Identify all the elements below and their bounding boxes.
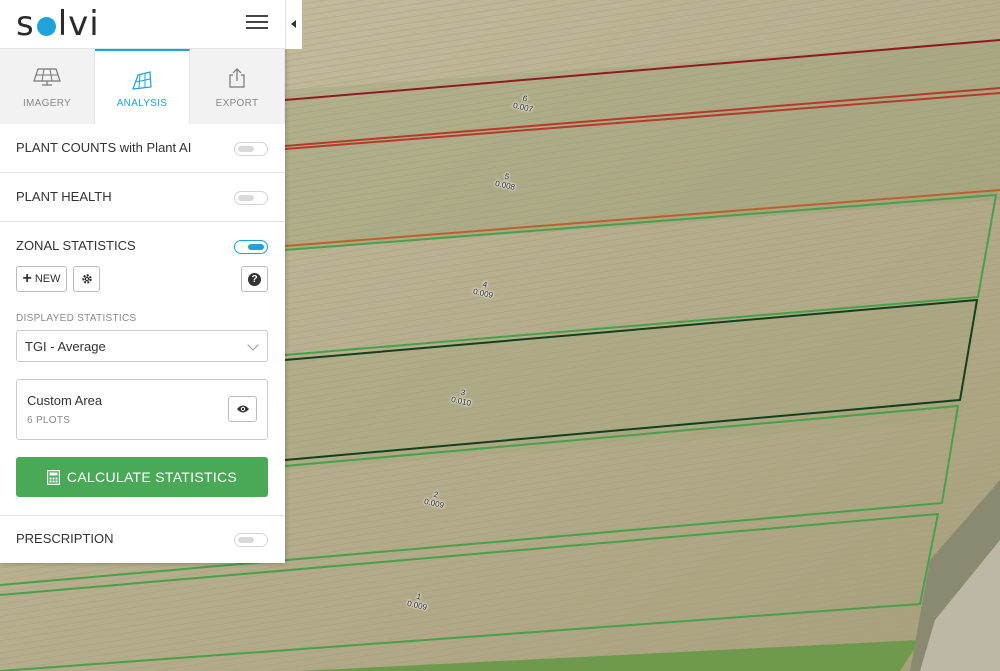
solar-panel-icon — [33, 68, 61, 86]
chevron-down-icon — [247, 339, 259, 351]
zonal-statistics-toggle[interactable] — [234, 240, 268, 254]
tab-imagery-label: IMAGERY — [22, 98, 72, 109]
question-icon: ? — [248, 272, 261, 286]
solvi-logo[interactable]: solvislvi — [16, 4, 100, 44]
tab-analysis[interactable]: ANALYSIS — [95, 49, 190, 124]
tab-export-label: EXPORT — [215, 98, 259, 109]
calculate-statistics-button[interactable]: CALCULATE STATISTICS — [16, 457, 268, 497]
settings-button[interactable] — [73, 266, 100, 292]
plant-counts-title: PLANT COUNTS with Plant AI — [16, 140, 192, 155]
calculator-icon — [46, 469, 60, 485]
new-button-label: NEW — [34, 273, 61, 285]
tab-imagery[interactable]: IMAGERY — [0, 49, 95, 124]
tab-export[interactable]: EXPORT — [190, 49, 285, 124]
prescription-title: PRESCRIPTION — [16, 531, 114, 546]
calculate-statistics-label: CALCULATE STATISTICS — [66, 469, 238, 485]
visibility-button[interactable] — [228, 396, 257, 422]
plot-label-4[interactable]: 4 0.009 — [472, 278, 495, 300]
collapse-sidebar-button[interactable] — [285, 0, 302, 49]
prescription-toggle[interactable] — [234, 533, 268, 547]
plant-health-section: PLANT HEALTH — [0, 173, 285, 222]
tab-bar: IMAGERY ANALYSIS EXPORT — [0, 49, 285, 124]
plus-icon: + — [22, 270, 32, 287]
prescription-section: PRESCRIPTION — [0, 515, 285, 564]
plot-label-3[interactable]: 3 0.010 — [450, 386, 473, 408]
area-title: Custom Area — [27, 393, 103, 408]
zonal-statistics-title: ZONAL STATISTICS — [16, 238, 136, 253]
plant-health-title: PLANT HEALTH — [16, 189, 112, 204]
plant-health-toggle[interactable] — [234, 191, 268, 205]
export-icon — [229, 68, 245, 88]
zonal-statistics-section: ZONAL STATISTICS — [0, 222, 285, 271]
sidebar: IMAGERY ANALYSIS EXPORT PLANT COUNTS wit… — [0, 0, 285, 563]
tab-analysis-label: ANALYSIS — [116, 98, 168, 109]
gear-icon — [81, 274, 92, 284]
plant-counts-section: PLANT COUNTS with Plant AI — [0, 124, 285, 173]
new-zone-button[interactable]: + NEW — [16, 266, 67, 292]
top-bar: solvislvi — [0, 0, 302, 49]
plant-counts-toggle[interactable] — [234, 142, 268, 156]
plot-label-2[interactable]: 2 0.009 — [423, 488, 446, 510]
area-card[interactable]: Custom Area 6 PLOTS — [16, 379, 268, 440]
plot-label-5[interactable]: 5 0.008 — [494, 170, 517, 192]
area-plot-count: 6 PLOTS — [27, 415, 71, 426]
displayed-statistics-label: DISPLAYED STATISTICS — [16, 313, 137, 324]
eye-icon — [236, 405, 249, 413]
statistic-select[interactable]: TGI - Average — [16, 330, 268, 362]
hamburger-menu-icon[interactable] — [246, 15, 268, 33]
analysis-icon — [132, 71, 152, 90]
plot-label-6[interactable]: 6 0.007 — [512, 92, 535, 114]
statistic-select-value: TGI - Average — [25, 339, 106, 354]
plot-label-1[interactable]: 1 0.009 — [406, 590, 429, 612]
help-button[interactable]: ? — [241, 266, 268, 292]
